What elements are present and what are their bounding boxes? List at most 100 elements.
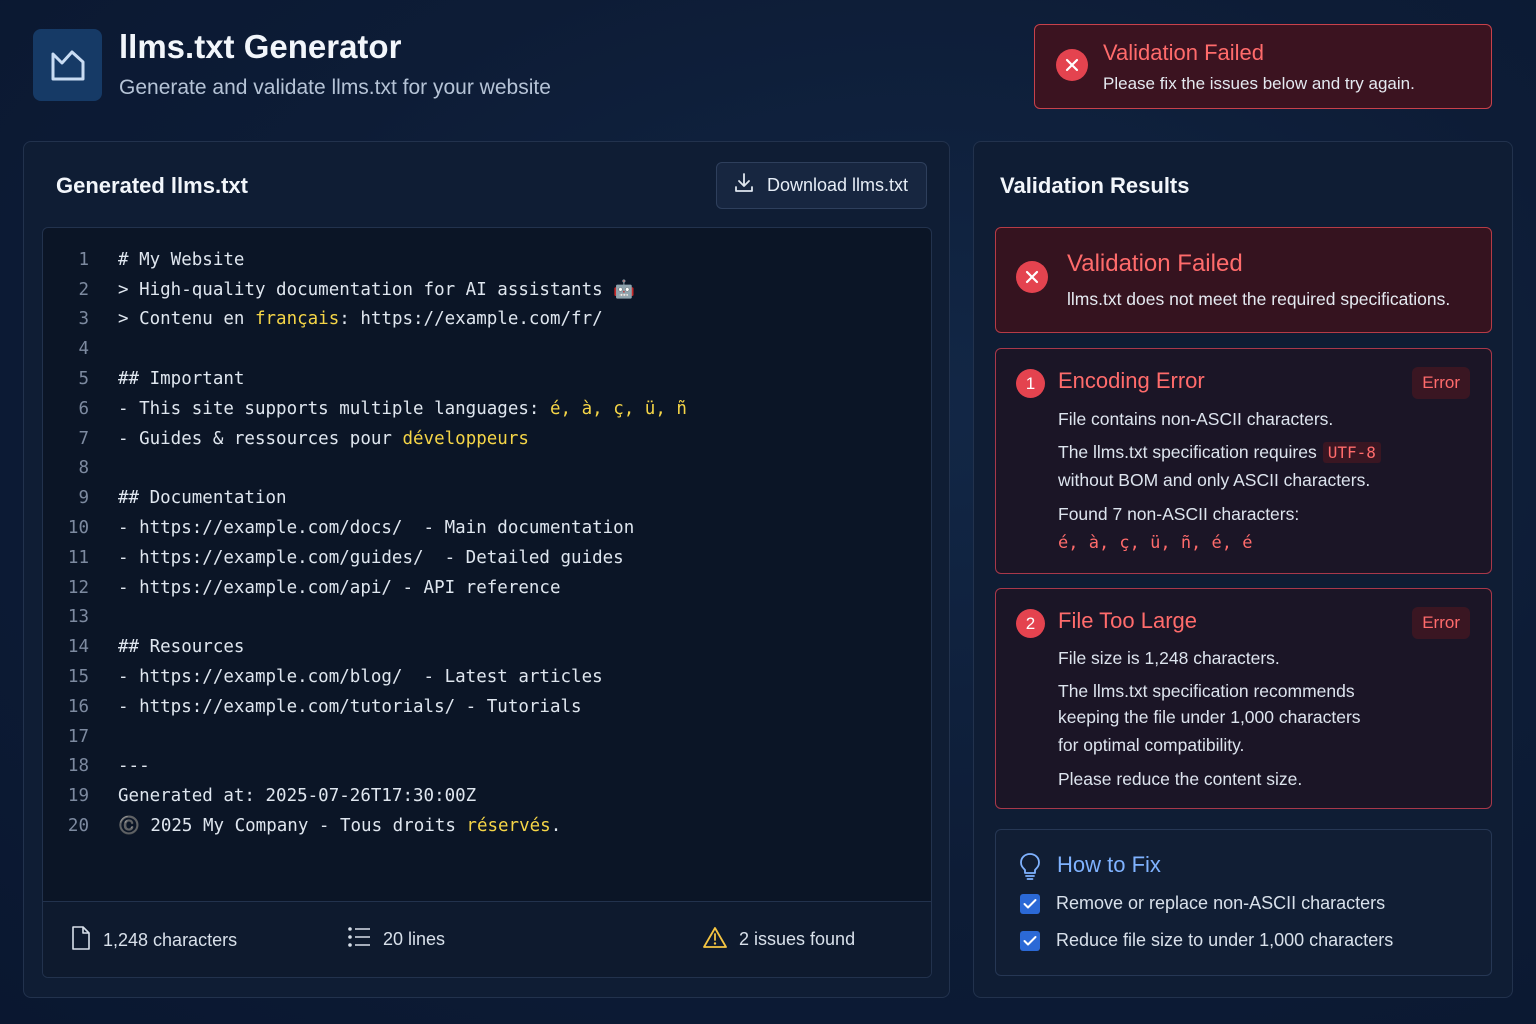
line-number: 17 bbox=[67, 726, 89, 747]
encoding-code: UTF-8 bbox=[1322, 442, 1381, 463]
summary-message: llms.txt does not meet the required spec… bbox=[1067, 289, 1451, 309]
code-line: 1 # My Website bbox=[43, 245, 931, 275]
summary-title: Validation Failed bbox=[1067, 250, 1243, 277]
code-line: 2 > High-quality documentation for AI ass… bbox=[43, 275, 931, 305]
stat-lines: 20 lines bbox=[347, 926, 445, 953]
validation-toast: Validation Failed Please fix the issues … bbox=[1034, 24, 1492, 109]
warning-icon bbox=[703, 926, 727, 953]
non-ascii-chars: é, à, ç, ü, ñ, é, é bbox=[1058, 533, 1253, 553]
validation-summary: Validation Failed llms.txt does not meet… bbox=[995, 227, 1492, 333]
line-number: 4 bbox=[78, 339, 89, 360]
issue-text: Please reduce the content size. bbox=[1058, 769, 1303, 789]
code-line: 10 - https://example.com/docs/ - Main doc… bbox=[43, 513, 931, 543]
line-number: 1 bbox=[78, 249, 89, 270]
line-text: - Guides & ressources pour développeurs bbox=[118, 429, 529, 449]
line-text: > Contenu en français: https://example.c… bbox=[118, 309, 603, 329]
non-ascii-highlight: réservés bbox=[466, 816, 551, 837]
line-number: 14 bbox=[67, 637, 89, 658]
line-text-part: - This site supports multiple languages: bbox=[118, 398, 550, 419]
app-subtitle: Generate and validate llms.txt for your … bbox=[119, 76, 551, 99]
checkbox-checked-icon[interactable] bbox=[1020, 893, 1040, 914]
code-line: 5 ## Important bbox=[43, 364, 931, 394]
line-number: 2 bbox=[78, 279, 89, 300]
code-line: 3 > Contenu en français: https://example.… bbox=[43, 305, 931, 335]
line-text: --- bbox=[118, 756, 150, 777]
validation-title: Validation Results bbox=[1000, 173, 1190, 198]
code-line: 12 - https://example.com/api/ - API refer… bbox=[43, 573, 931, 603]
non-ascii-highlight: é, à, ç, ü, ñ bbox=[549, 398, 687, 419]
severity-badge: Error bbox=[1412, 367, 1470, 399]
line-number: 16 bbox=[67, 696, 89, 717]
issue-text: keeping the file under 1,000 characters bbox=[1058, 707, 1361, 727]
code-editor[interactable]: 1 # My Website 2 > High-quality documentati… bbox=[42, 227, 932, 978]
fix-item[interactable]: Remove or replace non-ASCII characters bbox=[1020, 893, 1385, 914]
code-line: 15 - https://example.com/blog/ - Latest a… bbox=[43, 662, 931, 692]
line-text-part: : https://example.com/fr/ bbox=[339, 309, 603, 330]
line-number: 19 bbox=[67, 786, 89, 807]
line-text: - This site supports multiple languages:… bbox=[118, 399, 687, 419]
issue-card-encoding: 1 Encoding Error Error File contains non… bbox=[995, 348, 1492, 574]
line-number: 13 bbox=[67, 607, 89, 628]
issue-number: 2 bbox=[1016, 609, 1045, 638]
non-ascii-highlight: français bbox=[254, 309, 340, 330]
line-number: 20 bbox=[67, 816, 89, 837]
line-number: 11 bbox=[67, 547, 89, 568]
code-line: 4 bbox=[43, 334, 931, 364]
code-line: 20 ©️ 2025 My Company - Tous droits réser… bbox=[43, 811, 931, 841]
non-ascii-highlight: développeurs bbox=[402, 428, 529, 449]
list-icon bbox=[347, 926, 371, 953]
code-line: 9 ## Documentation bbox=[43, 483, 931, 513]
fix-item-label: Remove or replace non-ASCII characters bbox=[1056, 893, 1386, 913]
issues-count: 2 issues found bbox=[739, 929, 856, 949]
download-icon bbox=[733, 172, 755, 199]
editor-title: Generated llms.txt bbox=[56, 173, 248, 198]
line-text: ## Important bbox=[118, 369, 245, 390]
download-label: Download llms.txt bbox=[767, 175, 909, 195]
line-number: 6 bbox=[78, 398, 89, 419]
code-line: 17 bbox=[43, 722, 931, 752]
line-text: > High-quality documentation for AI assi… bbox=[118, 279, 635, 300]
code-line: 19 Generated at: 2025-07-26T17:30:00Z bbox=[43, 781, 931, 811]
line-number: 7 bbox=[78, 428, 89, 449]
checkbox-checked-icon[interactable] bbox=[1020, 930, 1040, 951]
line-text: Generated at: 2025-07-26T17:30:00Z bbox=[118, 786, 477, 807]
issue-text: File contains non-ASCII characters. bbox=[1058, 409, 1334, 429]
validation-panel: Validation Results Validation Failed llm… bbox=[973, 141, 1513, 998]
x-circle-icon bbox=[1016, 261, 1048, 293]
stats-bar: 1,248 characters 20 lines 2 issues found bbox=[43, 901, 931, 977]
issue-text: File size is 1,248 characters. bbox=[1058, 648, 1280, 668]
line-number: 3 bbox=[78, 309, 89, 330]
line-number: 9 bbox=[78, 488, 89, 509]
issue-title: Encoding Error bbox=[1058, 368, 1205, 393]
line-text: ©️ 2025 My Company - Tous droits réservé… bbox=[118, 816, 561, 836]
app-logo-icon bbox=[33, 29, 102, 101]
line-text-part: - Guides & ressources pour bbox=[118, 428, 403, 449]
line-text-part: . bbox=[550, 816, 562, 837]
issue-text: without BOM and only ASCII characters. bbox=[1058, 470, 1371, 490]
download-button[interactable]: Download llms.txt bbox=[716, 162, 927, 209]
line-number: 8 bbox=[78, 458, 89, 479]
line-number: 12 bbox=[67, 577, 89, 598]
issue-text: The llms.txt specification recommends bbox=[1058, 681, 1355, 701]
line-number: 15 bbox=[67, 667, 89, 688]
code-line: 18 --- bbox=[43, 752, 931, 782]
editor-panel: Generated llms.txt Download llms.txt 1 # … bbox=[23, 141, 950, 998]
code-line: 13 bbox=[43, 603, 931, 633]
line-number: 5 bbox=[78, 369, 89, 390]
line-text: - https://example.com/api/ - API referen… bbox=[118, 577, 561, 598]
lines-count: 20 lines bbox=[383, 929, 446, 949]
code-line: 16 - https://example.com/tutorials/ - Tut… bbox=[43, 692, 931, 722]
line-text: - https://example.com/docs/ - Main docum… bbox=[118, 518, 635, 539]
app-title: llms.txt Generator bbox=[119, 28, 402, 65]
issue-text: Found 7 non-ASCII characters: bbox=[1058, 504, 1300, 524]
line-text-part: ©️ 2025 My Company - Tous droits bbox=[118, 816, 467, 837]
line-text-part: > Contenu en bbox=[118, 309, 255, 330]
line-text: ## Resources bbox=[118, 637, 245, 658]
characters-count: 1,248 characters bbox=[103, 930, 238, 950]
fix-item[interactable]: Reduce file size to under 1,000 characte… bbox=[1020, 930, 1393, 951]
toast-message: Please fix the issues below and try agai… bbox=[1103, 74, 1415, 93]
line-text: - https://example.com/guides/ - Detailed… bbox=[118, 547, 624, 568]
how-to-fix: How to Fix Remove or replace non-ASCII c… bbox=[995, 829, 1492, 976]
file-icon bbox=[71, 926, 91, 955]
fix-item-label: Reduce file size to under 1,000 characte… bbox=[1056, 930, 1394, 950]
